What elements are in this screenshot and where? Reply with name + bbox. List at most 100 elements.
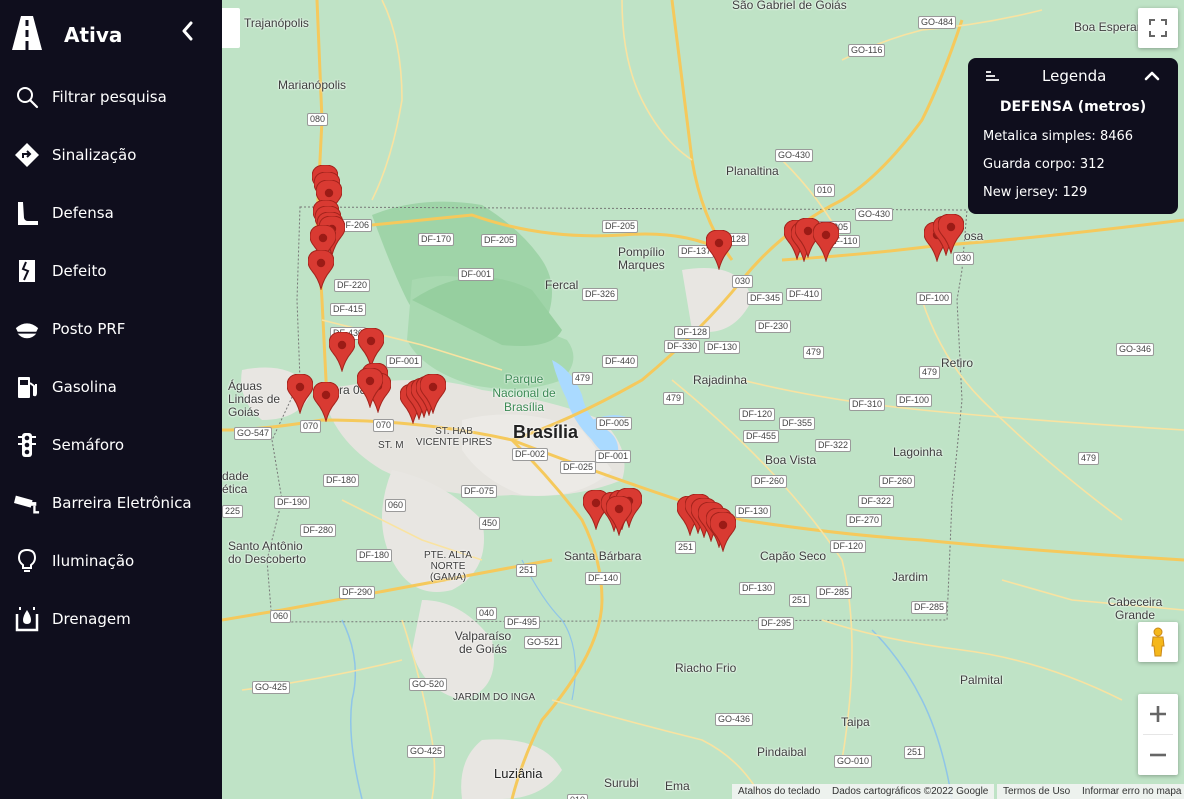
map-marker-pin[interactable] — [709, 511, 737, 553]
road-shield: DF-170 — [418, 233, 455, 246]
place-label: osa — [964, 229, 984, 243]
place-label: Trajanópolis — [244, 16, 309, 30]
road-shield: DF-270 — [846, 514, 883, 527]
road-shield: DF-310 — [849, 398, 886, 411]
road-shield: DF-410 — [786, 288, 823, 301]
sidebar-item-sinalizacao[interactable]: Sinalização — [0, 126, 222, 184]
map-marker-pin[interactable] — [357, 327, 385, 369]
sidebar-item-drenagem[interactable]: Drenagem — [0, 590, 222, 648]
brand-header: Ativa — [0, 0, 222, 68]
zoom-out-button[interactable] — [1138, 735, 1178, 775]
map-marker-pin[interactable] — [312, 381, 340, 423]
legend-list-icon — [986, 71, 999, 81]
terms-link[interactable]: Termos de Uso — [997, 784, 1077, 799]
sidebar-item-semaforo[interactable]: Semáforo — [0, 416, 222, 474]
road-shield: 040 — [476, 607, 498, 620]
map-marker-pin[interactable] — [328, 331, 356, 373]
road-shield: DF-130 — [739, 582, 776, 595]
map-marker-pin[interactable] — [356, 367, 384, 409]
road-shield: DF-326 — [582, 288, 619, 301]
map-marker-pin[interactable] — [937, 213, 965, 255]
legend-header[interactable]: Legenda — [968, 58, 1178, 94]
road-shield: 070 — [373, 419, 395, 432]
road-shield: DF-295 — [758, 617, 795, 630]
road-shield: GO-520 — [409, 678, 448, 691]
road-shield: 060 — [270, 610, 292, 623]
fullscreen-button[interactable] — [1138, 8, 1178, 48]
road-shield: 030 — [732, 275, 754, 288]
road-shield: DF-285 — [911, 601, 948, 614]
road-shield: GO-430 — [855, 208, 894, 221]
map-marker-pin[interactable] — [307, 249, 335, 291]
place-label: Capão Seco — [760, 549, 827, 563]
road-shield: 450 — [479, 517, 501, 530]
collapse-sidebar-button[interactable] — [176, 18, 198, 44]
place-label: Jardim — [892, 570, 929, 584]
map-marker-pin[interactable] — [705, 229, 733, 271]
chevron-up-icon[interactable] — [1144, 70, 1160, 81]
place-label: Boa Vista — [765, 453, 817, 467]
road-shield: DF-140 — [585, 572, 622, 585]
place-label: Lagoinha — [893, 445, 943, 459]
keyboard-shortcuts-link[interactable]: Atalhos do teclado — [732, 784, 827, 799]
map-left-tab-button[interactable] — [222, 8, 240, 48]
place-label-brasilia: Brasília — [513, 422, 579, 442]
road-shield: GO-346 — [1116, 343, 1155, 356]
sidebar-item-defensa[interactable]: Defensa — [0, 184, 222, 242]
road-shield: DF-075 — [461, 485, 498, 498]
road-shield: 251 — [675, 541, 697, 554]
road-shield: 479 — [919, 366, 941, 379]
place-label: Santa Bárbara — [564, 549, 642, 563]
legend-row: Guarda corpo: 312 — [983, 157, 1105, 172]
place-label: Ema — [665, 779, 690, 793]
lightbulb-icon — [14, 548, 40, 574]
sidebar-item-label: Gasolina — [52, 378, 117, 396]
sidebar-item-barreira-eletronica[interactable]: Barreira Eletrônica — [0, 474, 222, 532]
sidebar-item-posto-prf[interactable]: Posto PRF — [0, 300, 222, 358]
sidebar-item-label: Barreira Eletrônica — [52, 494, 192, 512]
road-shield: DF-355 — [779, 417, 816, 430]
map-marker-pin[interactable] — [605, 495, 633, 537]
road-shield: DF-440 — [602, 355, 639, 368]
report-error-link[interactable]: Informar erro no mapa — [1076, 784, 1184, 799]
road-shield: 479 — [663, 392, 685, 405]
search-icon — [14, 84, 40, 110]
road-shield: 010 — [814, 184, 836, 197]
app-title: Ativa — [64, 23, 123, 47]
zoom-in-button[interactable] — [1138, 694, 1178, 734]
road-sign-icon — [14, 142, 40, 168]
road-shield: 251 — [516, 564, 538, 577]
road-shield: 080 — [307, 113, 329, 126]
road-shield: GO-547 — [234, 427, 273, 440]
road-shield: GO-430 — [775, 149, 814, 162]
road-defect-icon — [14, 258, 40, 284]
sidebar-item-gasolina[interactable]: Gasolina — [0, 358, 222, 416]
sidebar-item-filtrar-pesquisa[interactable]: Filtrar pesquisa — [0, 68, 222, 126]
road-shield: DF-230 — [755, 320, 792, 333]
map-marker-pin[interactable] — [419, 373, 447, 415]
plus-icon — [1150, 706, 1166, 722]
road-shield: DF-260 — [879, 475, 916, 488]
road-shield: DF-205 — [481, 234, 518, 247]
place-label: Santo Antônio do Descoberto — [228, 539, 307, 566]
map-marker-pin[interactable] — [812, 221, 840, 263]
road-shield: 251 — [904, 746, 926, 759]
pegman-icon — [1151, 627, 1165, 657]
road-shield: DF-120 — [739, 408, 776, 421]
sidebar-item-defeito[interactable]: Defeito — [0, 242, 222, 300]
map-marker-pin[interactable] — [286, 373, 314, 415]
road-shield: DF-001 — [386, 355, 423, 368]
place-label: Retiro — [941, 356, 974, 370]
road-shield: GO-436 — [715, 713, 754, 726]
road-shield: 479 — [803, 346, 825, 359]
police-cap-icon — [14, 316, 40, 342]
road-shield: GO-484 — [918, 16, 957, 29]
sidebar-item-label: Filtrar pesquisa — [52, 88, 167, 106]
street-view-pegman-button[interactable] — [1138, 622, 1178, 662]
sidebar-item-label: Defeito — [52, 262, 107, 280]
road-shield: DF-415 — [330, 303, 367, 316]
road-shield: DF-180 — [356, 549, 393, 562]
road-shield: DF-190 — [274, 496, 311, 509]
place-label: dade ética — [222, 469, 249, 496]
sidebar-item-iluminacao[interactable]: Iluminação — [0, 532, 222, 590]
